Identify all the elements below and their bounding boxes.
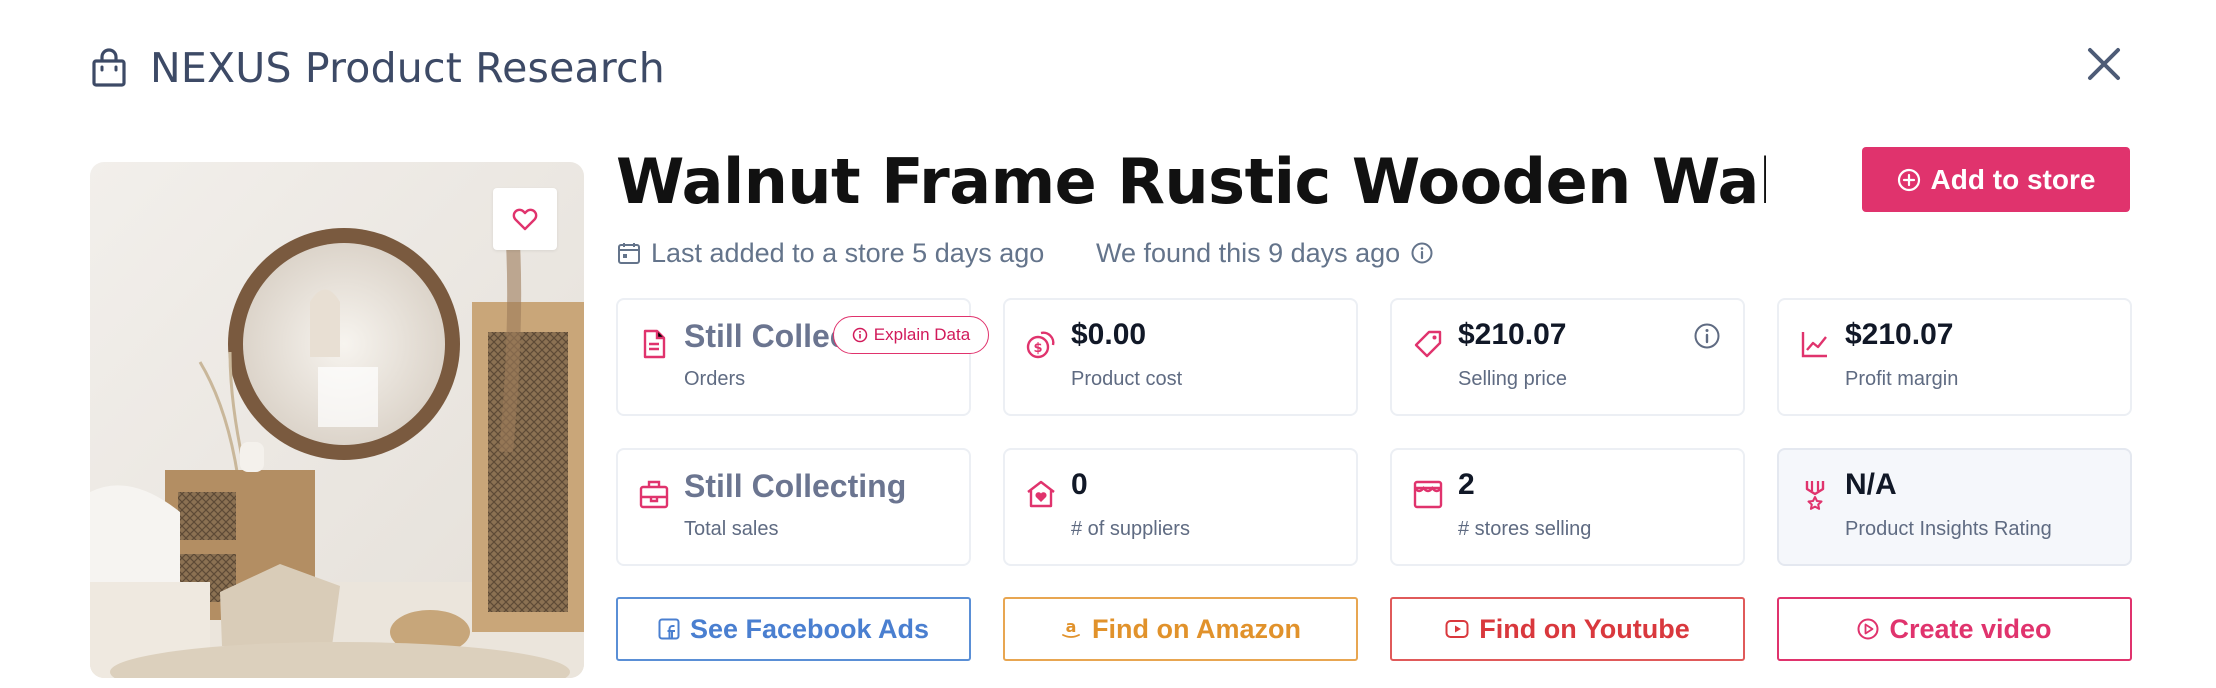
stat-value: $210.07	[1458, 318, 1567, 351]
price-tag-icon	[1414, 330, 1442, 358]
chart-line-icon	[1801, 332, 1827, 358]
stat-card-total-sales: Still Collecting Total sales	[616, 448, 971, 566]
explain-data-button[interactable]: Explain Data	[833, 316, 989, 354]
product-image	[90, 162, 584, 678]
stat-card-stores-selling: 2 # stores selling	[1390, 448, 1745, 566]
stat-label: Product Insights Rating	[1845, 518, 2052, 540]
stat-label: Product cost	[1071, 368, 1183, 390]
stat-card-profit-margin: $210.07 Profit margin	[1777, 298, 2132, 416]
add-to-store-label: Add to store	[1930, 163, 2096, 195]
stat-card-insights-rating: N/A Product Insights Rating	[1777, 448, 2132, 566]
coins-icon: $	[1026, 331, 1055, 359]
modal-title: NEXUS Product Research	[150, 44, 665, 92]
stat-value: Still Collecting	[684, 468, 907, 504]
last-added-text: Last added to a store 5 days ago	[651, 237, 1045, 268]
stat-label: # of suppliers	[1071, 518, 1190, 540]
youtube-icon	[1445, 620, 1469, 638]
create-video-button[interactable]: Create video	[1777, 597, 2132, 661]
amazon-label: Find on Amazon	[1092, 613, 1301, 644]
found-text: We found this 9 days ago	[1096, 237, 1401, 268]
stat-value: N/A	[1845, 468, 1897, 501]
stat-label: Selling price	[1458, 368, 1567, 390]
info-icon[interactable]	[1410, 241, 1434, 265]
stat-value: 2	[1458, 468, 1475, 501]
favorite-button[interactable]	[493, 188, 557, 250]
stat-value: $210.07	[1845, 318, 1954, 351]
find-on-amazon-button[interactable]: a Find on Amazon	[1003, 597, 1358, 661]
document-icon	[643, 329, 666, 359]
stat-card-product-cost: $ $0.00 Product cost	[1003, 298, 1358, 416]
find-on-youtube-button[interactable]: Find on Youtube	[1390, 597, 1745, 661]
close-icon[interactable]	[2082, 42, 2126, 86]
play-circle-icon	[1857, 618, 1879, 640]
plus-circle-icon	[1897, 168, 1920, 191]
stat-label: Profit margin	[1845, 368, 1959, 390]
found-info: We found this 9 days ago	[1096, 234, 1434, 272]
modal-header: NEXUS Product Research	[90, 40, 665, 96]
calendar-icon	[618, 243, 640, 264]
info-icon[interactable]	[1693, 322, 1721, 350]
stat-label: # stores selling	[1458, 518, 1592, 540]
stat-card-suppliers: 0 # of suppliers	[1003, 448, 1358, 566]
create-video-label: Create video	[1889, 613, 2052, 644]
stat-value: $0.00	[1071, 318, 1147, 351]
amazon-icon: a	[1062, 618, 1080, 638]
info-icon	[852, 327, 868, 343]
explain-data-label: Explain Data	[873, 325, 971, 344]
last-added-info: Last added to a store 5 days ago	[617, 234, 1044, 272]
award-icon	[1805, 481, 1825, 510]
cash-register-icon	[639, 480, 669, 509]
svg-text:$: $	[1033, 341, 1042, 356]
svg-text:a: a	[1066, 618, 1077, 636]
stat-card-selling-price: $210.07 Selling price	[1390, 298, 1745, 416]
youtube-label: Find on Youtube	[1479, 613, 1690, 644]
stat-value: 0	[1071, 468, 1088, 501]
stat-label: Total sales	[684, 518, 779, 540]
heart-icon	[512, 208, 538, 231]
facebook-icon	[658, 618, 680, 640]
shopping-bag-icon	[92, 48, 126, 87]
stat-label: Orders	[684, 368, 746, 390]
facebook-label: See Facebook Ads	[689, 613, 930, 644]
house-heart-icon	[1027, 480, 1055, 508]
product-title: Walnut Frame Rustic Wooden Wall Mi…	[616, 145, 1766, 218]
storefront-icon	[1413, 480, 1443, 509]
see-facebook-ads-button[interactable]: See Facebook Ads	[616, 597, 971, 661]
add-to-store-button[interactable]: Add to store	[1862, 147, 2130, 212]
